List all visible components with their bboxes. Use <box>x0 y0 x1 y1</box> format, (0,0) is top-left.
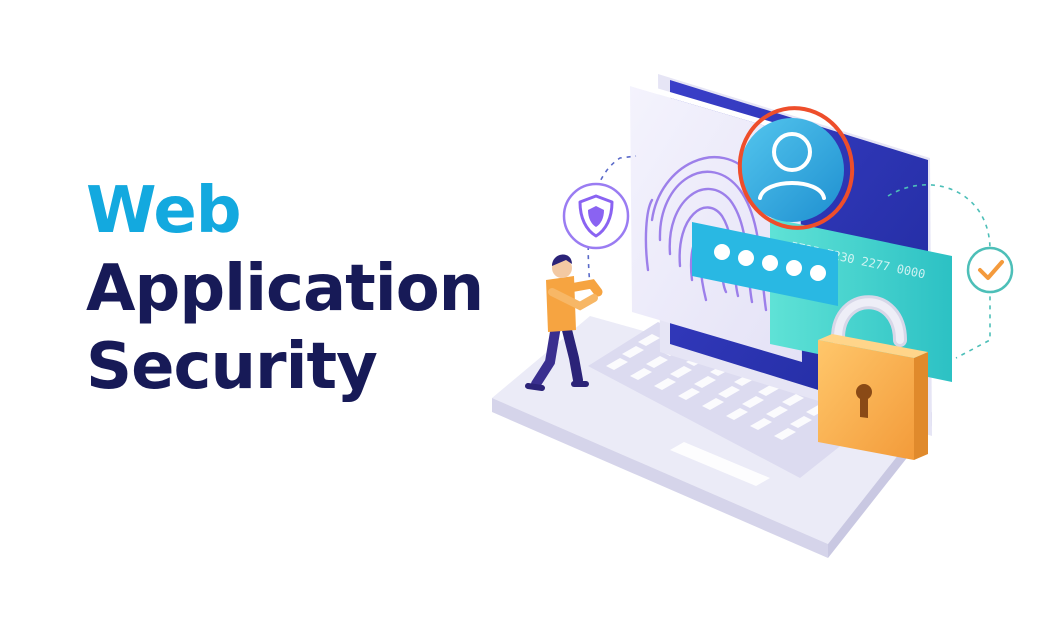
title-line-web: Web <box>86 174 242 248</box>
checkmark-icon <box>966 246 1014 294</box>
title-line-security: Security <box>86 330 378 404</box>
title-line-application: Application <box>86 252 484 326</box>
security-illustration: 5725 7230 2277 0000 <box>492 74 1014 558</box>
shield-icon <box>562 182 630 250</box>
page-title: Web Application Security <box>86 172 484 406</box>
